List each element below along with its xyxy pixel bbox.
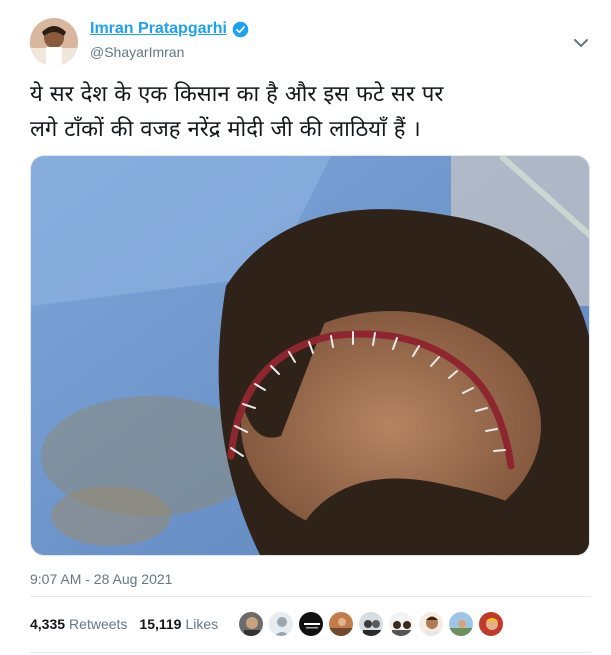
likes-stat[interactable]: 15,119 Likes [139, 616, 218, 632]
likes-label: Likes [185, 616, 219, 632]
divider [30, 596, 591, 597]
liker-avatar[interactable] [448, 611, 474, 637]
author-display-name[interactable]: Imran Pratapgarhi [90, 20, 227, 38]
retweets-label: Retweets [69, 616, 128, 632]
liker-avatar[interactable] [358, 611, 384, 637]
retweets-count: 4,335 [30, 616, 66, 632]
likers-avatar-list [238, 611, 504, 637]
avatar-photo-icon [30, 18, 78, 66]
liker-avatar[interactable] [328, 611, 354, 637]
author-handle[interactable]: @ShayarImran [90, 44, 184, 60]
liker-avatar[interactable] [238, 611, 264, 637]
tweet-timestamp[interactable]: 9:07 AM - 28 Aug 2021 [30, 571, 172, 587]
liker-avatar[interactable] [388, 611, 414, 637]
verified-badge-icon [232, 21, 249, 37]
liker-avatar[interactable] [418, 611, 444, 637]
author-name-row: Imran Pratapgarhi [90, 20, 249, 38]
head-wound-photo-icon [31, 156, 589, 555]
engagement-stats: 4,335 Retweets 15,119 Likes [30, 616, 218, 632]
tweet-text: ये सर देश के एक किसान का है और इस फटे सर… [30, 77, 600, 147]
chevron-down-icon[interactable] [572, 36, 590, 50]
tweet-media-photo[interactable] [30, 155, 590, 556]
liker-avatar[interactable] [298, 611, 324, 637]
likes-count: 15,119 [139, 616, 182, 632]
retweets-stat[interactable]: 4,335 Retweets [30, 616, 127, 632]
divider [30, 652, 591, 653]
author-avatar[interactable] [30, 18, 78, 66]
tweet-card: Imran Pratapgarhi @ShayarImran ये सर देश… [0, 0, 611, 655]
liker-avatar[interactable] [268, 611, 294, 637]
tweet-text-line-1: ये सर देश के एक किसान का है और इस फटे सर… [30, 82, 444, 107]
liker-avatar[interactable] [478, 611, 504, 637]
tweet-text-line-2: लगे टाँकों की वजह नरेंद्र मोदी जी की लाठ… [30, 117, 421, 142]
